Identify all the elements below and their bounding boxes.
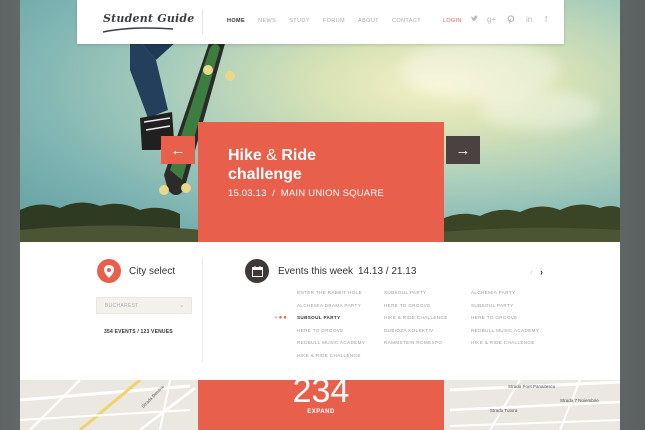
city-dropdown[interactable]: BUCHAREST ⌄ bbox=[96, 297, 192, 314]
event-link[interactable]: ENTER THE RABBIT HOLE bbox=[297, 290, 365, 303]
event-link[interactable]: HIKE & RIDE CHALLENGE bbox=[384, 315, 448, 328]
cloud-decor bbox=[480, 90, 600, 130]
nav-forum[interactable]: FORUM bbox=[323, 18, 345, 24]
twitter-icon[interactable] bbox=[470, 15, 478, 25]
event-link[interactable]: REDBULL MUSIC ACADEMY bbox=[471, 328, 539, 341]
city-select-title: City select bbox=[129, 266, 176, 277]
street-label: Strada 7 Noiembrie bbox=[560, 398, 599, 403]
location-pin-icon bbox=[97, 259, 121, 283]
nav-links: HOME NEWS STUDY FORUM ABOUT CONTACT bbox=[227, 18, 434, 24]
event-link[interactable]: DUBIOZA KOLEKTIV bbox=[384, 328, 448, 341]
expand-map-button[interactable]: EXPAND bbox=[198, 409, 444, 415]
hero-banner: Student Guide HOME NEWS STUDY FORUM ABOU… bbox=[20, 0, 620, 242]
events-column-2: SUBSOUL PARTY HERE TO GROOVE HIKE & RIDE… bbox=[384, 290, 448, 353]
events-week-title: Events this week bbox=[278, 266, 354, 277]
linkedin-icon[interactable]: in bbox=[526, 15, 532, 24]
slider-prev-button[interactable]: ← bbox=[161, 136, 195, 164]
arrow-left-icon: ← bbox=[170, 141, 186, 159]
event-link[interactable]: HERE TO GROOVE bbox=[384, 303, 448, 316]
featured-event-title: Hike & Ride challenge bbox=[228, 147, 317, 183]
featured-event-date-location: 15.03.13 / MAIN UNION SQUARE bbox=[228, 188, 384, 199]
page: Student Guide HOME NEWS STUDY FORUM ABOU… bbox=[20, 0, 620, 430]
street-label: Strada Poet Panaitescu bbox=[508, 384, 556, 389]
nav-about[interactable]: ABOUT bbox=[358, 18, 379, 24]
street-label: Strada Tutora bbox=[490, 408, 518, 413]
chevron-right-icon[interactable]: › bbox=[540, 267, 543, 277]
google-plus-icon[interactable]: g+ bbox=[487, 15, 496, 24]
event-link[interactable]: HIKE & RIDE CHALLENGE bbox=[471, 340, 539, 353]
event-link[interactable]: RAMMSTEIN ROMEXPO bbox=[384, 340, 448, 353]
events-count-number: 234 bbox=[292, 380, 350, 410]
city-dropdown-value: BUCHAREST bbox=[105, 303, 139, 309]
event-link[interactable]: SUBSOUL PARTY bbox=[471, 303, 539, 316]
nav-contact[interactable]: CONTACT bbox=[392, 18, 421, 24]
nav-divider bbox=[202, 10, 203, 34]
login-link[interactable]: LOGIN bbox=[443, 18, 462, 24]
events-venues-count: 354 EVENTS / 123 VENUES bbox=[104, 329, 173, 335]
events-count-card: 234 EXPAND bbox=[198, 380, 444, 430]
events-column-3: ALCHEMIA PARTY SUBSOUL PARTY HERE TO GRO… bbox=[471, 290, 539, 353]
featured-event-card[interactable]: Hike & Ride challenge 15.03.13 / MAIN UN… bbox=[198, 122, 444, 242]
city-map[interactable]: Strada Dimitrie Strada Poet Panaitescu S… bbox=[20, 380, 620, 430]
event-link[interactable]: HIKE & RIDE CHALLENGE bbox=[297, 353, 365, 366]
event-link[interactable]: HERE TO GROOVE bbox=[471, 315, 539, 328]
event-link[interactable]: SUBSOUL PARTY bbox=[384, 290, 448, 303]
calendar-icon bbox=[245, 259, 269, 283]
arrow-right-icon: → bbox=[455, 141, 471, 159]
slider-next-button[interactable]: → bbox=[446, 136, 480, 164]
logo[interactable]: Student Guide bbox=[103, 12, 194, 25]
facebook-icon[interactable]: f bbox=[545, 15, 547, 24]
nav-home[interactable]: HOME bbox=[227, 18, 245, 24]
event-link[interactable]: HERE TO GROOVE bbox=[297, 328, 365, 341]
chevron-left-icon[interactable]: ‹ bbox=[530, 267, 533, 277]
nav-study[interactable]: STUDY bbox=[289, 18, 310, 24]
event-link[interactable]: REDBULL MUSIC ACADEMY bbox=[297, 340, 365, 353]
logo-swoosh-icon bbox=[102, 27, 174, 33]
panel-divider bbox=[202, 258, 203, 362]
chevron-down-icon: ⌄ bbox=[178, 302, 185, 309]
top-navigation: Student Guide HOME NEWS STUDY FORUM ABOU… bbox=[77, 0, 564, 44]
event-link-highlighted[interactable]: SUBSOUL PARTY bbox=[297, 315, 365, 328]
nav-news[interactable]: NEWS bbox=[258, 18, 276, 24]
event-link[interactable]: ALCHEMIA DRAMA PARTY bbox=[297, 303, 365, 316]
info-panel: City select BUCHAREST ⌄ 354 EVENTS / 123… bbox=[20, 242, 620, 380]
event-link[interactable]: ALCHEMIA PARTY bbox=[471, 290, 539, 303]
events-column-1: ENTER THE RABBIT HOLE ALCHEMIA DRAMA PAR… bbox=[297, 290, 365, 366]
events-week-range: 14.13 / 21.13 bbox=[358, 266, 417, 277]
pinterest-icon[interactable] bbox=[507, 15, 515, 26]
event-rating-stars: ●●● bbox=[274, 315, 288, 321]
